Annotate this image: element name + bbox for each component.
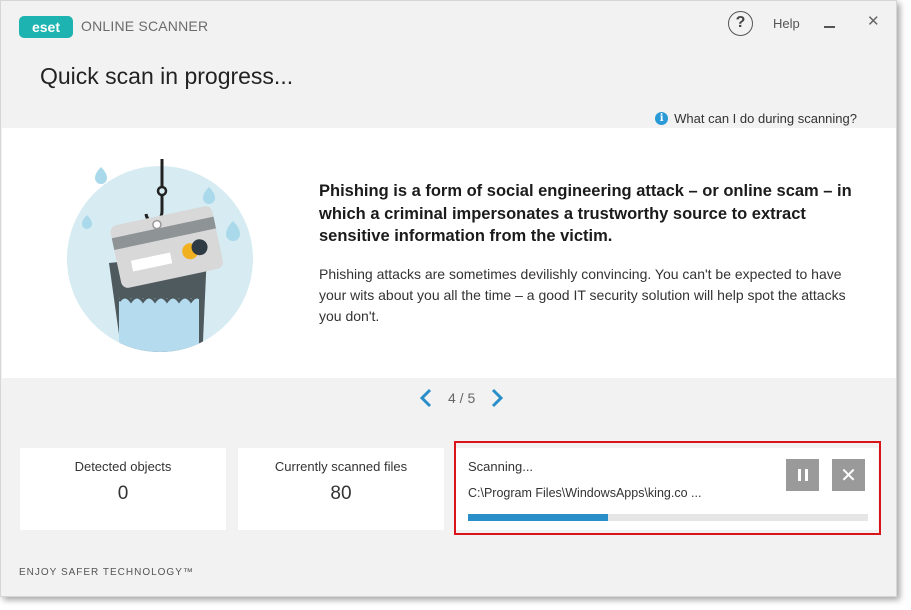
page-title: Quick scan in progress... <box>40 63 294 89</box>
chevron-right-icon[interactable] <box>489 387 505 409</box>
help-icon[interactable]: ? <box>728 11 753 36</box>
info-link-label: What can I do during scanning? <box>674 111 857 126</box>
chevron-left-icon[interactable] <box>418 387 434 409</box>
detected-objects-value: 0 <box>117 483 129 504</box>
scanned-files-value: 80 <box>330 483 352 504</box>
eset-logo: eset <box>19 16 73 38</box>
eset-logo-text: eset <box>32 19 60 35</box>
info-link[interactable]: i What can I do during scanning? <box>655 111 857 126</box>
pager-indicator: 4 / 5 <box>448 390 476 406</box>
product-name: ONLINE SCANNER <box>81 18 209 34</box>
close-icon[interactable]: ✕ <box>867 12 880 30</box>
footer-tagline: ENJOY SAFER TECHNOLOGY™ <box>19 567 194 578</box>
scanner-window: eset ONLINE SCANNER ? Help ✕ Quick scan … <box>0 0 897 597</box>
scanned-files-card: Currently scanned files 80 <box>238 448 444 530</box>
minimize-icon[interactable] <box>824 26 835 28</box>
detected-objects-card: Detected objects 0 <box>20 448 226 530</box>
info-icon: i <box>655 112 669 125</box>
help-link[interactable]: Help <box>773 16 800 31</box>
tip-body: Phishing attacks are sometimes devilishl… <box>319 266 846 324</box>
detected-objects-label: Detected objects <box>74 459 172 474</box>
scan-highlight-frame <box>454 441 881 535</box>
tip-panel: Phishing is a form of social engineering… <box>2 128 896 378</box>
tip-headline: Phishing is a form of social engineering… <box>319 182 852 245</box>
scanned-files-label: Currently scanned files <box>274 459 408 474</box>
phishing-hook-credit-card-icon <box>67 159 253 352</box>
tip-pager: 4 / 5 <box>418 387 505 409</box>
